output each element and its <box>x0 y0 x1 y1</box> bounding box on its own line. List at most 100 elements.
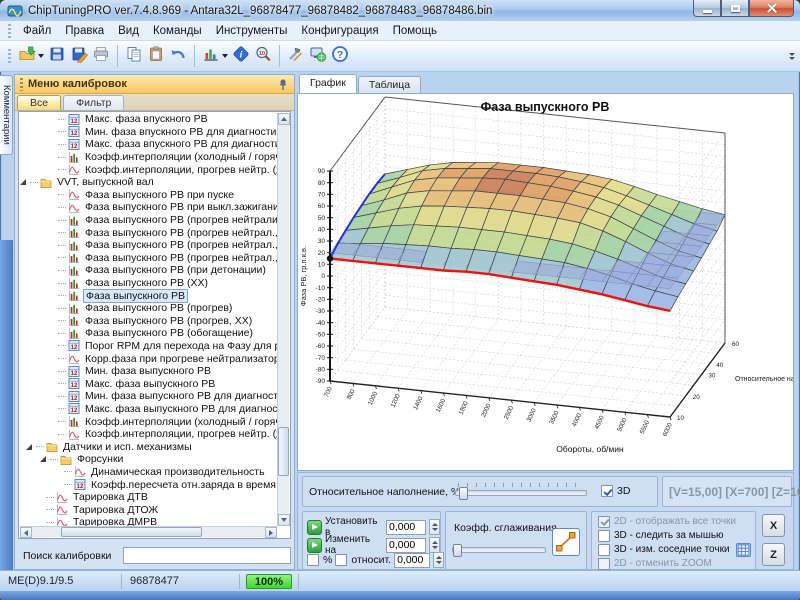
network-button[interactable] <box>307 43 329 69</box>
slider-track[interactable] <box>455 490 587 496</box>
scroll-left-icon[interactable] <box>20 527 32 538</box>
checkbox-3d[interactable]: 3D <box>601 485 630 497</box>
tree-item[interactable]: Фаза выпускного РВ (прогрев нейтрал., хо… <box>20 226 277 239</box>
scroll-up-icon[interactable] <box>278 113 290 125</box>
menu-item-1[interactable]: Правка <box>58 23 111 39</box>
display-option-checkbox-2[interactable]: 3D - изм. соседние точки <box>598 544 730 556</box>
tree-item[interactable]: 12Мин. фаза впускного РВ для диагностики <box>20 126 277 139</box>
tree-item[interactable]: Корр.фаза при прогреве нейтрализатора <box>20 352 277 365</box>
print-button[interactable] <box>90 43 112 69</box>
menu-item-3[interactable]: Команды <box>146 23 209 39</box>
tree-horizontal-scrollbar[interactable] <box>20 526 277 537</box>
title-bar[interactable]: ChipTuningPRO ver.7.4.8.969 - Antara32L_… <box>0 0 800 21</box>
z-axis-button[interactable]: Z <box>762 543 785 566</box>
calibration-tab-0[interactable]: Все <box>17 95 61 110</box>
expander-icon[interactable] <box>20 179 26 185</box>
relative-value-input[interactable] <box>394 553 430 568</box>
display-option-checkbox-0[interactable]: 2D - отображать все точки <box>598 516 736 528</box>
display-option-checkbox-1[interactable]: 3D - следить за мышью <box>598 530 724 542</box>
close-button[interactable] <box>749 0 794 17</box>
tree-item[interactable]: 12Макс. фаза выпускного РВ для диагности… <box>20 403 277 416</box>
calibration-search-input[interactable] <box>123 547 291 564</box>
toolbar-overflow-button[interactable] <box>787 47 796 65</box>
x-axis-button[interactable]: X <box>762 514 785 537</box>
tree-item[interactable]: 12Макс. фаза впускного РВ <box>20 113 277 126</box>
tree-item[interactable]: Коэфф.интерполяции (холодный / горячий ) <box>20 151 277 164</box>
tree-folder[interactable]: Форсунки <box>20 453 277 466</box>
smoothing-thumb[interactable] <box>453 544 462 557</box>
tree-item[interactable]: 12Мин. фаза выпускного РВ <box>20 365 277 378</box>
save-button[interactable] <box>46 43 68 69</box>
checkbox-box[interactable] <box>598 558 610 570</box>
tree-item[interactable]: Тарировка ДМРВ <box>20 516 277 526</box>
menu-item-5[interactable]: Конфигурация <box>294 23 385 39</box>
tree-item[interactable]: Фаза выпускного РВ <box>20 289 277 302</box>
tree-item[interactable]: 12Макс. фаза впускного РВ для диагностик… <box>20 138 277 151</box>
tree-item[interactable]: Фаза выпускного РВ (прогрев, XX) <box>20 315 277 328</box>
tree-item[interactable]: Тарировка ДТВ <box>20 491 277 504</box>
tree-item[interactable]: Коэфф.интерполяции, прогрев нейтр. (холо… <box>20 428 277 441</box>
vertical-scroll-thumb[interactable] <box>278 427 289 477</box>
tree-item[interactable]: Коэфф.интерполяции, прогрев нейтр. (холо… <box>20 163 277 176</box>
menu-item-0[interactable]: Файл <box>16 23 58 39</box>
tree-item[interactable]: Фаза выпускного РВ (XX) <box>20 277 277 290</box>
load-slider[interactable] <box>455 483 587 501</box>
menu-item-4[interactable]: Инструменты <box>209 23 295 39</box>
tree-item[interactable]: Коэфф.интерполяции (холодный / горячий ) <box>20 415 277 428</box>
checkbox-box[interactable] <box>598 516 610 528</box>
smoothing-track[interactable] <box>452 547 546 553</box>
set-value-spinner[interactable] <box>429 519 440 535</box>
checkbox-box[interactable] <box>598 530 610 542</box>
checkbox-relative[interactable]: относит. <box>335 554 391 566</box>
tree-item[interactable]: 12Макс. фаза выпускного РВ <box>20 377 277 390</box>
undo-button[interactable] <box>167 43 189 69</box>
display-option-checkbox-3[interactable]: 2D - отменить ZOOM <box>598 558 712 570</box>
checkbox-box[interactable] <box>598 544 610 556</box>
minimize-button[interactable] <box>693 0 721 17</box>
tree-item[interactable]: Тарировка ДТОЖ <box>20 503 277 516</box>
change-value-input[interactable] <box>386 538 426 553</box>
info-button[interactable]: i <box>230 43 252 69</box>
checkbox-percent[interactable]: % <box>307 554 332 566</box>
dropdown-arrow-icon[interactable] <box>38 54 44 58</box>
tree-item[interactable]: 12Мин. фаза выпускного РВ для диагностик… <box>20 390 277 403</box>
grid-edit-button[interactable] <box>736 543 751 557</box>
expander-icon[interactable] <box>40 456 46 462</box>
tree-folder[interactable]: Датчики и исп. механизмы <box>20 440 277 453</box>
open-file-button[interactable] <box>16 43 46 69</box>
view-tab-chart[interactable]: График <box>299 74 357 93</box>
set-value-input[interactable] <box>386 520 426 535</box>
checkbox-3d-box[interactable] <box>601 485 613 497</box>
tree-item[interactable]: Фаза выпускного РВ (при детонации) <box>20 264 277 277</box>
tree-item[interactable]: Фаза выпускного РВ при пуске <box>20 189 277 202</box>
calibration-tab-1[interactable]: Фильтр <box>63 95 124 110</box>
line-edit-button[interactable] <box>552 528 580 556</box>
tree-folder[interactable]: VVT, выпускной вал <box>20 176 277 189</box>
dropdown-arrow-icon[interactable] <box>222 54 228 58</box>
calibration-panel-header[interactable]: Меню калибровок <box>15 75 294 94</box>
tree-item[interactable]: Динамическая производительность <box>20 466 277 479</box>
change-value-button[interactable] <box>307 538 322 553</box>
checkbox-relative-box[interactable] <box>335 554 347 566</box>
horizontal-scroll-thumb[interactable] <box>61 527 202 537</box>
tree-item[interactable]: Фаза выпускного РВ (прогрев) <box>20 302 277 315</box>
tree-item[interactable]: Фаза выпускного РВ (прогрев нейтрал., XX… <box>20 239 277 252</box>
chart-area[interactable]: -90-80-70-60-50-40-30-20-100102030405060… <box>297 93 794 471</box>
scroll-down-icon[interactable] <box>278 514 290 526</box>
comments-side-tab[interactable]: Комментарии <box>0 75 13 155</box>
surface-chart[interactable]: -90-80-70-60-50-40-30-20-100102030405060… <box>298 94 793 471</box>
tree-item[interactable]: Фаза выпускного РВ при выкл.зажигания <box>20 201 277 214</box>
scroll-right-icon[interactable] <box>265 527 277 538</box>
pin-icon[interactable] <box>277 78 289 91</box>
set-value-button[interactable] <box>307 520 322 535</box>
search-values-button[interactable]: 10 <box>252 43 274 69</box>
chart-button[interactable] <box>200 43 230 69</box>
tools-button[interactable] <box>285 43 307 69</box>
expander-icon[interactable] <box>26 444 32 450</box>
maximize-button[interactable] <box>721 0 749 17</box>
copy-button[interactable] <box>123 43 145 69</box>
menu-item-6[interactable]: Помощь <box>386 23 444 39</box>
tree-item[interactable]: Фаза выпускного РВ (обогащение) <box>20 327 277 340</box>
help-button[interactable]: ? <box>329 43 351 69</box>
change-value-spinner[interactable] <box>429 537 440 553</box>
